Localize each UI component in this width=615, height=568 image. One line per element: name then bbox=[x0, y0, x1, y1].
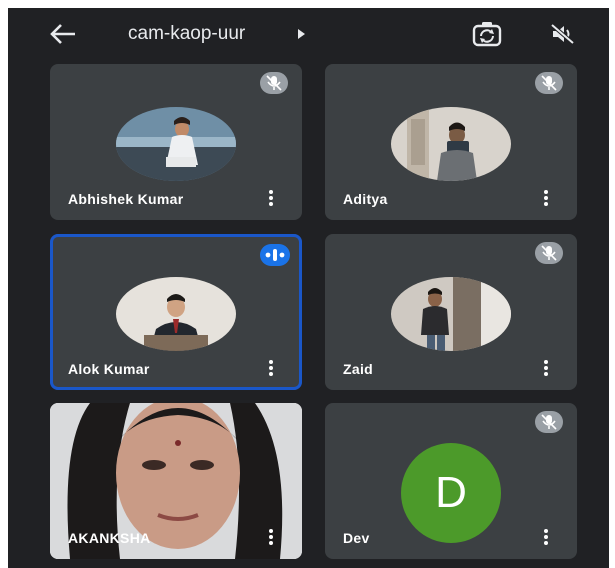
more-vertical-icon[interactable] bbox=[543, 529, 549, 547]
avatar bbox=[116, 107, 236, 181]
more-vertical-icon[interactable] bbox=[543, 360, 549, 378]
more-vertical-icon[interactable] bbox=[268, 360, 274, 378]
participant-name: Abhishek Kumar bbox=[68, 191, 184, 207]
arrow-left-icon[interactable] bbox=[48, 22, 78, 46]
camera-flip-icon[interactable] bbox=[472, 20, 502, 48]
more-vertical-icon[interactable] bbox=[543, 190, 549, 208]
mic-off-icon bbox=[260, 72, 288, 94]
participant-tile[interactable]: Abhishek Kumar bbox=[50, 64, 302, 220]
avatar bbox=[391, 277, 511, 351]
caret-right-icon[interactable] bbox=[298, 29, 305, 39]
more-vertical-icon[interactable] bbox=[268, 190, 274, 208]
participant-name: Aditya bbox=[343, 191, 388, 207]
participant-tile[interactable]: D Dev bbox=[325, 403, 577, 559]
top-bar: cam-kaop-uur bbox=[8, 8, 609, 60]
participant-tile-active[interactable]: Alok Kumar bbox=[50, 234, 302, 390]
avatar bbox=[116, 277, 236, 351]
speaker-off-icon[interactable] bbox=[550, 22, 576, 46]
participant-name: Alok Kumar bbox=[68, 361, 150, 377]
mic-off-icon bbox=[535, 242, 563, 264]
avatar bbox=[391, 107, 511, 181]
more-vertical-icon[interactable] bbox=[268, 529, 274, 547]
participant-tile[interactable]: Zaid bbox=[325, 234, 577, 390]
meeting-title[interactable]: cam-kaop-uur bbox=[128, 22, 245, 46]
participant-name: AKANKSHA bbox=[68, 530, 151, 546]
mic-off-icon bbox=[535, 72, 563, 94]
speaking-indicator-icon bbox=[260, 244, 290, 266]
meet-screen: cam-kaop-uur Abhishek Kumar Aditya Alok … bbox=[8, 8, 609, 568]
participant-tile[interactable]: Aditya bbox=[325, 64, 577, 220]
participant-name: Zaid bbox=[343, 361, 373, 377]
letter-avatar: D bbox=[401, 443, 501, 543]
mic-off-icon bbox=[535, 411, 563, 433]
participant-tile-video[interactable]: AKANKSHA bbox=[50, 403, 302, 559]
participant-name: Dev bbox=[343, 530, 370, 546]
